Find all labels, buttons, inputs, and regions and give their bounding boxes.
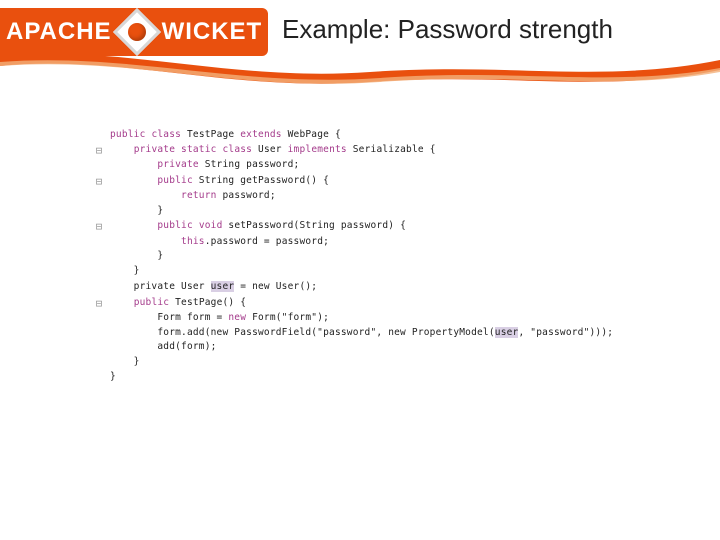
fold-icon[interactable]: ⊟ [88, 219, 110, 234]
fold-icon[interactable]: ⊟ [88, 174, 110, 189]
code-line: public String getPassword() { [110, 174, 648, 189]
code-line: public TestPage() { [110, 296, 648, 311]
code-line: } [110, 370, 648, 385]
code-line: public void setPassword(String password)… [110, 219, 648, 234]
page-title: Example: Password strength [282, 14, 613, 45]
code-line: add(form); [110, 340, 648, 355]
code-line: } [110, 264, 648, 279]
brand-left: APACHE [6, 18, 112, 46]
slide-header: APACHE WICKET Example: Password strength [0, 0, 720, 82]
code-line: private String password; [110, 158, 648, 173]
code-line: } [110, 249, 648, 264]
code-line: private User user = new User(); [110, 280, 648, 295]
code-line: } [110, 355, 648, 370]
code-block: public class TestPage extends WebPage { … [88, 128, 648, 385]
brand-bar: APACHE WICKET [0, 8, 268, 56]
fold-icon[interactable]: ⊟ [88, 143, 110, 158]
code-line: Form form = new Form("form"); [110, 311, 648, 326]
code-line: this.password = password; [110, 235, 648, 250]
highlighted-identifier: user [211, 281, 235, 292]
code-line: } [110, 204, 648, 219]
highlighted-identifier: user [495, 327, 519, 338]
fold-icon[interactable]: ⊟ [88, 296, 110, 311]
brand-logo-icon [113, 8, 161, 56]
code-line: form.add(new PasswordField("password", n… [110, 326, 648, 341]
code-line: private static class User implements Ser… [110, 143, 648, 158]
code-line: return password; [110, 189, 648, 204]
code-line: public class TestPage extends WebPage { [110, 128, 648, 143]
brand-right: WICKET [162, 18, 263, 46]
